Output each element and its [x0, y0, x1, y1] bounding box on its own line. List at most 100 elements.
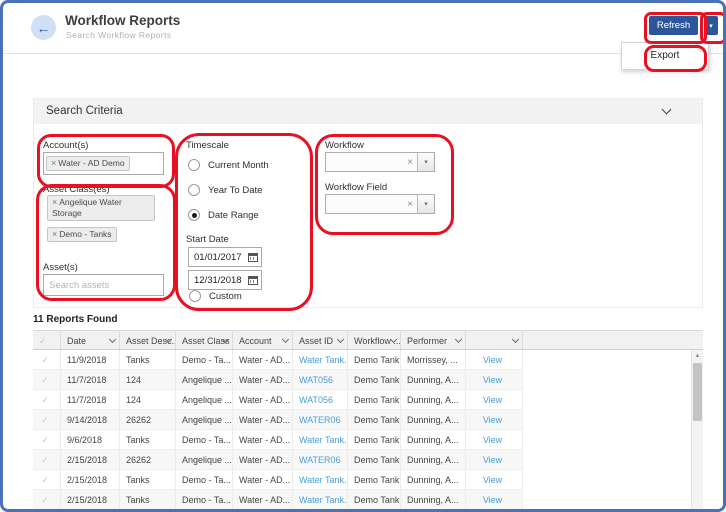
- column-header-asset_id[interactable]: Asset ID: [293, 331, 348, 349]
- scrollbar-thumb[interactable]: [693, 363, 702, 421]
- collapse-chevron-icon[interactable]: [662, 105, 672, 115]
- view-link[interactable]: View: [483, 375, 502, 385]
- selected-tag[interactable]: ×Water - AD Demo: [46, 156, 130, 171]
- sort-chevron-icon[interactable]: [109, 336, 116, 343]
- table-row[interactable]: ✓2/15/2018TanksDemo - Ta...Water - AD...…: [33, 470, 523, 490]
- table-row[interactable]: ✓11/7/2018124Angelique ...Water - AD...W…: [33, 370, 523, 390]
- radio-year-to-date[interactable]: Year To Date: [188, 184, 262, 196]
- remove-tag-icon[interactable]: ×: [51, 158, 56, 168]
- cell-view-link[interactable]: View: [466, 350, 523, 369]
- radio-current-month[interactable]: Current Month: [188, 159, 269, 171]
- sort-chevron-icon[interactable]: [512, 336, 519, 343]
- cell-date: 11/7/2018: [61, 390, 120, 409]
- cell-date: 9/14/2018: [61, 410, 120, 429]
- column-header-asset_class[interactable]: Asset Class: [176, 331, 233, 349]
- table-row[interactable]: ✓11/7/2018124Angelique ...Water - AD...W…: [33, 390, 523, 410]
- cell-view-link[interactable]: View: [466, 410, 523, 429]
- search-criteria-header[interactable]: Search Criteria: [34, 99, 702, 124]
- cell-asset-id[interactable]: WAT056: [293, 390, 348, 409]
- column-header-workflow[interactable]: Workflow ...: [348, 331, 401, 349]
- asset-id-link[interactable]: Water Tank...: [299, 495, 348, 505]
- asset-id-link[interactable]: WAT056: [299, 375, 333, 385]
- radio-custom[interactable]: Custom: [189, 290, 242, 302]
- cell-asset-id[interactable]: WATER06: [293, 410, 348, 429]
- dropdown-arrow-icon[interactable]: ▾: [417, 195, 434, 213]
- column-header-performer[interactable]: Performer: [401, 331, 466, 349]
- sort-chevron-icon[interactable]: [222, 336, 229, 343]
- cell-view-link[interactable]: View: [466, 430, 523, 449]
- asset-id-link[interactable]: WAT056: [299, 395, 333, 405]
- dropdown-arrow-icon[interactable]: ▾: [417, 153, 434, 171]
- cell-asset-id[interactable]: Water Tank...: [293, 350, 348, 369]
- cell-select[interactable]: ✓: [33, 370, 61, 389]
- cell-workflow: Demo Tank...: [348, 350, 401, 369]
- cell-view-link[interactable]: View: [466, 470, 523, 489]
- workflow-field-combobox[interactable]: × ▾: [325, 194, 435, 214]
- cell-asset-id[interactable]: Water Tank...: [293, 470, 348, 489]
- remove-tag-icon[interactable]: ×: [52, 197, 57, 207]
- workflow-combobox[interactable]: × ▾: [325, 152, 435, 172]
- cell-select[interactable]: ✓: [33, 490, 61, 509]
- cell-asset-id[interactable]: Water Tank...: [293, 430, 348, 449]
- sort-chevron-icon[interactable]: [455, 336, 462, 343]
- table-row[interactable]: ✓9/6/2018TanksDemo - Ta...Water - AD...W…: [33, 430, 523, 450]
- view-link[interactable]: View: [483, 415, 502, 425]
- view-link[interactable]: View: [483, 435, 502, 445]
- cell-view-link[interactable]: View: [466, 490, 523, 509]
- scroll-up-icon[interactable]: ▲: [692, 350, 703, 361]
- start-date-input[interactable]: 01/01/2017: [188, 247, 262, 267]
- cell-asset-id[interactable]: WAT056: [293, 370, 348, 389]
- selected-tag[interactable]: ×Angelique Water Storage: [47, 195, 155, 221]
- sort-chevron-icon[interactable]: [282, 336, 289, 343]
- calendar-icon[interactable]: [248, 253, 258, 262]
- view-link[interactable]: View: [483, 475, 502, 485]
- cell-view-link[interactable]: View: [466, 370, 523, 389]
- vertical-scrollbar[interactable]: ▲: [691, 350, 703, 511]
- cell-asset-id[interactable]: Water Tank...: [293, 490, 348, 509]
- sort-chevron-icon[interactable]: [337, 336, 344, 343]
- table-row[interactable]: ✓11/9/2018TanksDemo - Ta...Water - AD...…: [33, 350, 523, 370]
- back-button[interactable]: ←: [31, 15, 56, 40]
- view-link[interactable]: View: [483, 455, 502, 465]
- clear-icon[interactable]: ×: [403, 153, 417, 171]
- table-row[interactable]: ✓2/15/2018TanksDemo - Ta...Water - AD...…: [33, 490, 523, 510]
- cell-select[interactable]: ✓: [33, 350, 61, 369]
- column-header-account[interactable]: Account: [233, 331, 293, 349]
- calendar-icon[interactable]: [248, 276, 258, 285]
- asset-id-link[interactable]: Water Tank...: [299, 435, 348, 445]
- end-date-input[interactable]: 12/31/2018: [188, 270, 262, 290]
- table-row[interactable]: ✓2/15/201826262Angelique ...Water - AD..…: [33, 450, 523, 470]
- cell-view-link[interactable]: View: [466, 390, 523, 409]
- remove-tag-icon[interactable]: ×: [52, 229, 57, 239]
- refresh-button[interactable]: Refresh: [649, 16, 698, 35]
- column-header-asset_desc[interactable]: Asset Desc...: [120, 331, 176, 349]
- asset-id-link[interactable]: WATER06: [299, 415, 341, 425]
- column-header-date[interactable]: Date: [61, 331, 120, 349]
- sort-chevron-icon[interactable]: [390, 336, 397, 343]
- cell-select[interactable]: ✓: [33, 430, 61, 449]
- view-link[interactable]: View: [483, 355, 502, 365]
- view-link[interactable]: View: [483, 495, 502, 505]
- sort-chevron-icon[interactable]: [165, 336, 172, 343]
- cell-asset-desc: 124: [120, 370, 176, 389]
- refresh-dropdown-button[interactable]: ▾: [704, 16, 718, 35]
- assets-search-input[interactable]: [43, 274, 164, 296]
- cell-select[interactable]: ✓: [33, 410, 61, 429]
- asset-id-link[interactable]: WATER06: [299, 455, 341, 465]
- cell-select[interactable]: ✓: [33, 390, 61, 409]
- column-header-action[interactable]: [466, 331, 523, 349]
- export-menu-item[interactable]: Export: [622, 43, 708, 69]
- column-header-select[interactable]: ✓: [33, 331, 61, 349]
- cell-asset-id[interactable]: WATER06: [293, 450, 348, 469]
- selected-tag[interactable]: ×Demo - Tanks: [47, 227, 117, 242]
- clear-icon[interactable]: ×: [403, 195, 417, 213]
- asset-id-link[interactable]: Water Tank...: [299, 355, 348, 365]
- cell-view-link[interactable]: View: [466, 450, 523, 469]
- cell-select[interactable]: ✓: [33, 470, 61, 489]
- table-row[interactable]: ✓9/14/201826262Angelique ...Water - AD..…: [33, 410, 523, 430]
- asset-id-link[interactable]: Water Tank...: [299, 475, 348, 485]
- cell-select[interactable]: ✓: [33, 450, 61, 469]
- accounts-input[interactable]: ×Water - AD Demo: [43, 152, 164, 175]
- radio-date-range[interactable]: Date Range: [188, 209, 259, 221]
- view-link[interactable]: View: [483, 395, 502, 405]
